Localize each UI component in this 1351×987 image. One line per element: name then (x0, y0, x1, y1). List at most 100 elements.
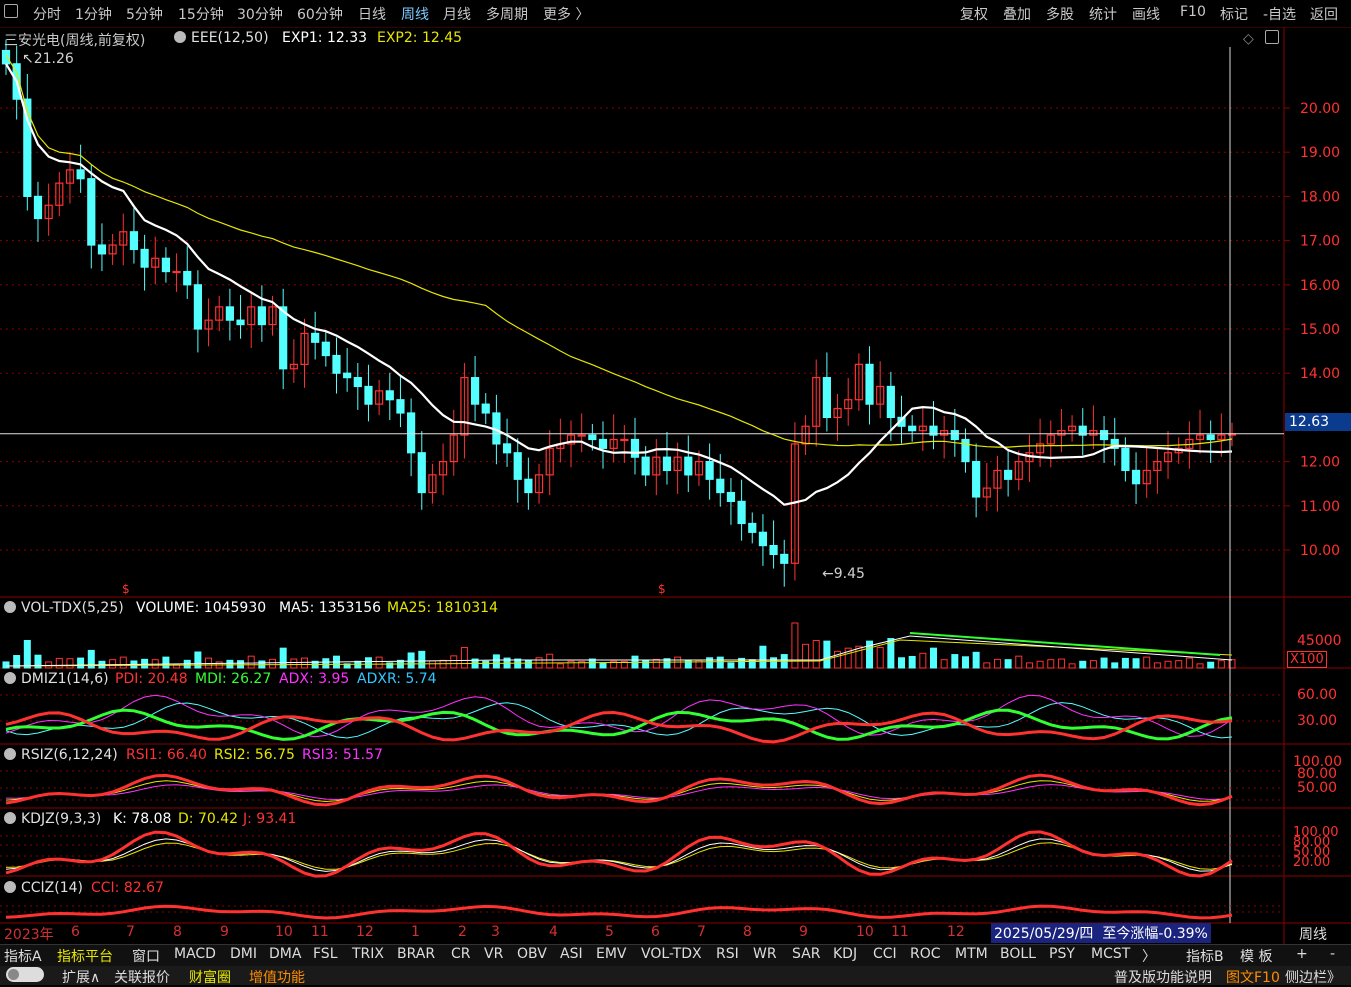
indicator-settings-icon[interactable] (4, 748, 16, 760)
indicator-tab[interactable]: TRIX (352, 946, 384, 962)
indicator-tab[interactable]: 指标A (4, 946, 42, 966)
bottom-bar: 扩展∧ 关联报价 财富圈 增值功能 普及版功能说明 图文F10 侧边栏》 (0, 966, 1351, 987)
volume-bar (109, 659, 117, 669)
indicator-tab[interactable]: FSL (313, 946, 338, 962)
value-added-button[interactable]: 增值功能 (249, 967, 305, 987)
candle-body (279, 306, 288, 370)
volume-bar (1111, 662, 1119, 669)
indicator-tab[interactable]: KDJ (833, 946, 857, 962)
volume-bar (770, 657, 778, 669)
month-label: 3 (491, 924, 500, 940)
indicator-tab[interactable]: MCST (1091, 946, 1130, 962)
indicator-tab[interactable]: OBV (517, 946, 547, 962)
indicator-tab[interactable]: CR (451, 946, 471, 962)
indicator-settings-icon[interactable] (4, 881, 16, 893)
candle-body (684, 456, 693, 476)
indicator-tab[interactable]: VR (484, 946, 503, 962)
vol-multiplier: X100 (1287, 651, 1327, 668)
indicator-tab[interactable]: MTM (955, 946, 988, 962)
cci-name: CCIZ(14) (21, 880, 84, 896)
low-price-value: 9.45 (833, 566, 865, 582)
indicator-tab[interactable]: 窗口 (132, 946, 160, 966)
price-tick-label: 20.00 (1300, 101, 1340, 117)
indicator-tab[interactable]: BOLL (1000, 946, 1036, 962)
indicator-tab[interactable]: ASI (560, 946, 583, 962)
kdj-header[interactable]: KDJZ(9,3,3) (4, 811, 101, 827)
related-quotes-button[interactable]: 关联报价 (114, 967, 170, 987)
volume-bar (951, 654, 959, 669)
candle-body (417, 452, 426, 494)
candle-body (822, 377, 831, 418)
toggle-switch[interactable] (6, 967, 44, 982)
dividend-marker-icon[interactable]: $ (658, 582, 666, 596)
vol-header[interactable]: VOL-TDX(5,25) (4, 600, 124, 616)
indicator-tab[interactable]: DMA (269, 946, 301, 962)
volume-bar (940, 659, 948, 669)
cci-header[interactable]: CCIZ(14) (4, 880, 83, 896)
volume-bar (898, 657, 906, 669)
candle-body (225, 306, 234, 321)
indicator-tab[interactable]: VOL-TDX (641, 946, 702, 962)
volume-bar (1025, 662, 1033, 669)
wealth-circle-button[interactable]: 财富圈 (189, 967, 231, 987)
rsi-header[interactable]: RSIZ(6,12,24) (4, 747, 118, 763)
indicator-tab[interactable]: CCI (873, 946, 897, 962)
cursor-date-info: 2025/05/29/四 至今涨幅-0.39% (991, 923, 1211, 943)
dmi-mdi: MDI: 26.27 (195, 671, 272, 687)
volume-bar (972, 651, 980, 669)
help-link[interactable]: 普及版功能说明 (1114, 967, 1212, 987)
indicator-tab[interactable]: PSY (1049, 946, 1075, 962)
volume-bar (599, 662, 607, 669)
kline-chart[interactable]: 20.00 19.00 18.00 17.00 16.00 15.00 14.00 12.00… (0, 0, 1351, 944)
volume-bar (119, 656, 127, 669)
vol-volume: VOLUME: 1045930 (136, 600, 267, 616)
indicator-tab[interactable]: SAR (792, 946, 820, 962)
indicator-tab[interactable]: WR (753, 946, 777, 962)
dividend-marker-icon[interactable]: $ (122, 582, 130, 596)
expand-button[interactable]: 扩展∧ (62, 967, 100, 987)
indicator-tab[interactable]: BRAR (397, 946, 435, 962)
price-tick-label: 17.00 (1300, 234, 1340, 250)
high-price-value: 21.26 (33, 51, 74, 67)
indicator-settings-icon[interactable] (4, 812, 16, 824)
indicator-tab[interactable]: MACD (174, 946, 216, 962)
date-axis: 2023年 6 7 8 9 10 11 12 1 2 3 4 5 6 7 8 9… (0, 923, 1284, 944)
volume-bar (23, 639, 31, 669)
volume-bar (993, 658, 1001, 669)
dmi-tick-60: 60.00 (1297, 687, 1338, 703)
candle-body (1, 49, 11, 65)
sidebar-toggle[interactable]: 侧边栏》 (1285, 967, 1341, 987)
volume-bar (1057, 658, 1065, 669)
candle-body (950, 430, 959, 441)
candle-body (161, 257, 171, 273)
volume-bar (1217, 660, 1225, 669)
indicator-settings-icon[interactable] (4, 601, 16, 613)
volume-bar (247, 655, 255, 669)
indicator-tab[interactable]: DMI (230, 946, 257, 962)
f10-graphic-link[interactable]: 图文F10 (1226, 967, 1280, 987)
candle-body (257, 306, 266, 326)
candle-body (481, 403, 490, 414)
volume-bar (759, 645, 767, 669)
candle-body (662, 456, 672, 472)
volume-bar (407, 652, 415, 669)
month-label: 7 (697, 924, 706, 940)
indicator-tab[interactable]: RSI (716, 946, 739, 962)
indicator-tab[interactable]: ROC (910, 946, 941, 962)
indicator-tab[interactable]: 指标平台 (57, 946, 113, 966)
indicator-settings-icon[interactable] (4, 672, 16, 684)
volume-bar (919, 652, 927, 669)
candle-body (780, 553, 789, 564)
rsi-1: RSI1: 66.40 (126, 747, 207, 763)
indicator-tab[interactable]: 〉 (1142, 946, 1156, 966)
tabbar-right-button[interactable]: + (1296, 946, 1308, 962)
indicator-tab[interactable]: EMV (596, 946, 627, 962)
volume-bar (301, 657, 309, 669)
tabbar-right-button[interactable]: 指标B (1186, 946, 1224, 966)
dmi-header[interactable]: DMIZ1(14,6) (4, 671, 109, 687)
month-label: 5 (605, 924, 614, 940)
tabbar-right-button[interactable]: - (1330, 946, 1335, 962)
tabbar-right-button[interactable]: 模 板 (1240, 946, 1272, 966)
vol-ma5: MA5: 1353156 (279, 600, 382, 616)
volume-bar (66, 658, 74, 669)
